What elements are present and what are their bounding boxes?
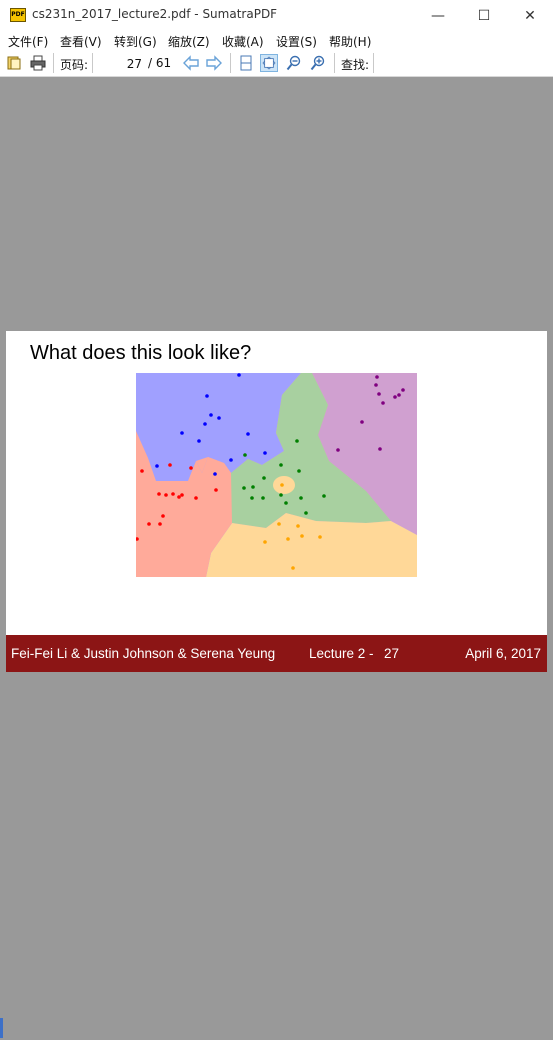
menu-goto[interactable]: 转到(G) [114,33,157,50]
arrow-right-icon [206,55,222,71]
slide-title: What does this look like? [30,342,252,364]
fit-page-icon [240,55,252,71]
sumatrapdf-app-icon: PDF [10,8,26,22]
minimize-button[interactable]: — [415,0,461,31]
zoom-in-button[interactable] [309,54,327,72]
page-number-input[interactable]: 27 [96,56,142,72]
open-folder-icon [7,56,21,70]
menu-bar: 文件(F) 查看(V) 转到(G) 缩放(Z) 收藏(A) 设置(S) 帮助(H… [0,31,553,50]
footer-date: April 6, 2017 [465,646,541,661]
footer-authors: Fei-Fei Li & Justin Johnson & Serena Yeu… [11,646,276,661]
page-total: / 61 [148,56,172,70]
toolbar-separator [334,53,335,73]
menu-file[interactable]: 文件(F) [8,33,48,50]
zoom-in-icon [310,55,325,71]
zoom-out-icon [286,55,301,71]
menu-view[interactable]: 查看(V) [60,33,102,50]
menu-settings[interactable]: 设置(S) [276,33,317,50]
find-label: 查找: [341,58,370,72]
pdf-page: What does this look like? [6,331,547,635]
title-bar: PDF cs231n_2017_lecture2.pdf - SumatraPD… [0,0,553,31]
next-page-button[interactable] [205,54,223,72]
toolbar: 页码: 27 / 61 查找: [0,50,553,77]
toolbar-separator [53,53,54,73]
fit-page-button[interactable] [237,54,255,72]
arrow-left-icon [183,55,199,71]
menu-zoom[interactable]: 缩放(Z) [168,33,210,50]
fit-width-button[interactable] [260,54,278,72]
footer-page-number: 27 [384,646,400,661]
window-edge-accent [0,1018,3,1038]
footer-lecture: Lecture 2 - [309,646,374,661]
nearest-neighbor-decision-regions-figure [136,373,417,577]
menu-favorites[interactable]: 收藏(A) [222,33,264,50]
toolbar-separator [230,53,231,73]
printer-icon [30,55,46,71]
fit-width-icon [262,56,276,70]
page-label: 页码: [60,58,89,72]
open-file-button[interactable] [5,54,23,72]
previous-page-button[interactable] [182,54,200,72]
zoom-out-button[interactable] [285,54,303,72]
slide-footer: Fei-Fei Li & Justin Johnson & Serena Yeu… [6,635,547,672]
find-input[interactable] [376,54,546,72]
toolbar-separator [92,53,93,73]
maximize-button[interactable]: ☐ [461,0,507,31]
window-title: cs231n_2017_lecture2.pdf - SumatraPDF [32,7,278,21]
close-button[interactable]: ✕ [507,0,553,31]
print-button[interactable] [29,54,47,72]
toolbar-separator [373,53,374,73]
menu-help[interactable]: 帮助(H) [329,33,371,50]
region-orange-island [273,476,295,494]
